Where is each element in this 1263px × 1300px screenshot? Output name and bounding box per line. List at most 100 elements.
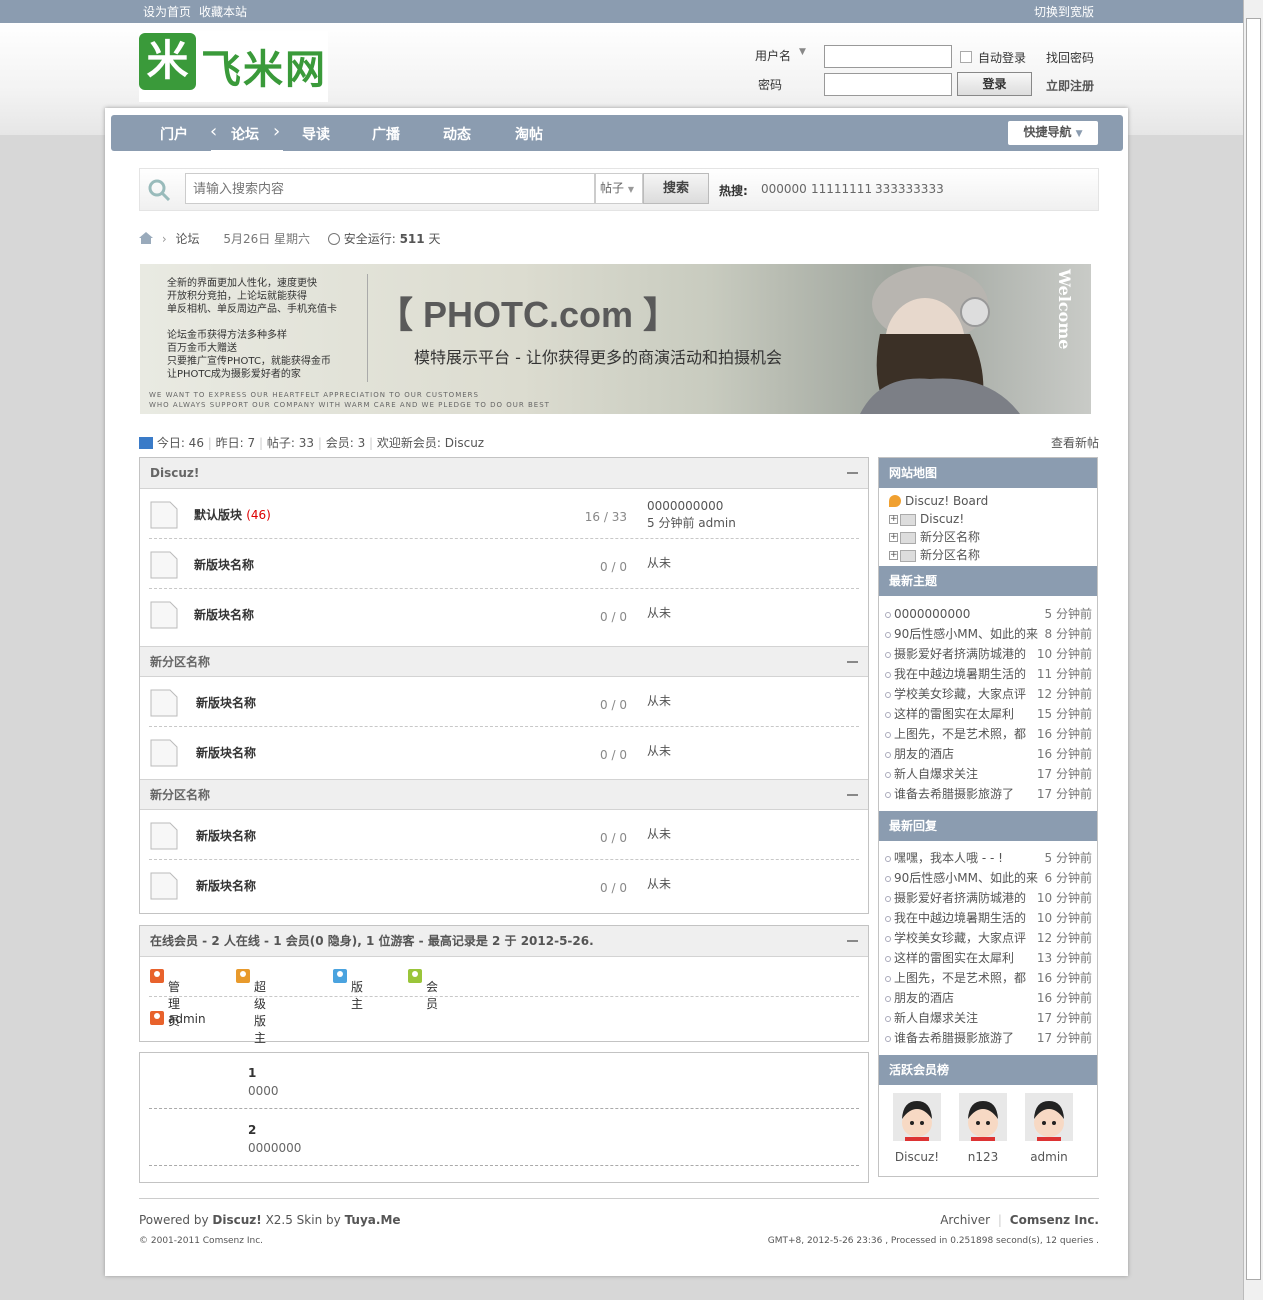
banner-line: 全新的界面更加人性化，速度更快 [167, 278, 317, 289]
search-type-select[interactable]: 帖子 ▼ [595, 173, 643, 204]
chevron-down-icon[interactable]: ▼ [799, 47, 806, 57]
forum-name[interactable]: 新版块名称 [194, 556, 254, 573]
nav-portal[interactable]: 门户 [160, 124, 188, 144]
notice-item[interactable]: 1 0000 [149, 1053, 859, 1109]
nav-broadcast[interactable]: 广播 [372, 124, 400, 144]
forum-name[interactable]: 新版块名称 [196, 744, 256, 761]
hot-word[interactable]: 000000 [761, 182, 807, 196]
breadcrumb-forum[interactable]: 论坛 [175, 232, 199, 246]
forum-last-post[interactable]: 0000000000 5 分钟前 admin [647, 498, 736, 532]
quick-nav-button[interactable]: 快捷导航 ▼ [1008, 121, 1098, 145]
forum-icon[interactable] [150, 739, 178, 767]
window-scrollbar[interactable] [1243, 0, 1263, 1300]
expand-icon[interactable]: + [889, 551, 898, 560]
tree-node[interactable]: + 新分区名称 [889, 546, 1087, 564]
set-home-link[interactable]: 设为首页 [143, 5, 191, 19]
list-item[interactable]: 谁备去希腊摄影旅游了 17 分钟前 [884, 784, 1092, 804]
list-item[interactable]: 这样的雷图实在太犀利 13 分钟前 [884, 948, 1092, 968]
online-title[interactable]: 在线会员 - 2 人在线 - 1 会员(0 隐身), 1 位游客 - 最高记录是… [150, 934, 594, 948]
tuya-link[interactable]: Tuya.Me [345, 1213, 401, 1227]
password-input[interactable] [824, 73, 952, 96]
switch-wide-link[interactable]: 切换到宽版 [1034, 3, 1094, 20]
category-title[interactable]: Discuz! [150, 466, 199, 480]
search-input[interactable] [185, 173, 595, 204]
list-item[interactable]: 朋友的酒店 16 分钟前 [884, 744, 1092, 764]
view-new-posts-link[interactable]: 查看新帖 [1051, 434, 1099, 451]
list-item[interactable]: 上图先，不是艺术照，都 16 分钟前 [884, 968, 1092, 988]
username-input[interactable] [824, 45, 952, 68]
collapse-icon[interactable] [847, 940, 858, 942]
forum-icon[interactable] [150, 822, 178, 850]
tree-label: Discuz! [920, 512, 965, 526]
register-link[interactable]: 立即注册 [1046, 77, 1094, 94]
hot-word[interactable]: 333333333 [875, 182, 944, 196]
list-item[interactable]: 学校美女珍藏，大家点评 12 分钟前 [884, 684, 1092, 704]
forum-name[interactable]: 新版块名称 [196, 694, 256, 711]
forum-name[interactable]: 新版块名称 [196, 827, 256, 844]
tree-node[interactable]: + 新分区名称 [889, 528, 1087, 546]
collapse-icon[interactable] [847, 794, 858, 796]
nav-activity[interactable]: 动态 [443, 124, 471, 144]
forum-icon[interactable] [150, 501, 178, 529]
stat-new-member[interactable]: 欢迎新会员: Discuz [377, 436, 484, 450]
forum-icon[interactable] [150, 601, 178, 629]
forum-icon[interactable] [150, 689, 178, 717]
nav-forum[interactable]: 论坛 [231, 124, 259, 144]
find-password-link[interactable]: 找回密码 [1046, 49, 1094, 66]
thread-title: 90后性感小MM、如此的来 [894, 627, 1038, 641]
list-item[interactable]: 新人自爆求关注 17 分钟前 [884, 1008, 1092, 1028]
nav-collection[interactable]: 淘帖 [515, 124, 543, 144]
list-item[interactable]: 嘿嘿，我本人哦 - - ! 5 分钟前 [884, 848, 1092, 868]
online-user[interactable]: admin [150, 1011, 206, 1026]
list-item[interactable]: 学校美女珍藏，大家点评 12 分钟前 [884, 928, 1092, 948]
forum-count: 0 / 0 [600, 881, 627, 895]
bookmark-link[interactable]: 收藏本站 [199, 5, 247, 19]
list-item[interactable]: 新人自爆求关注 17 分钟前 [884, 764, 1092, 784]
comsenz-link[interactable]: Comsenz Inc. [1010, 1213, 1099, 1227]
category-title[interactable]: 新分区名称 [150, 788, 210, 802]
home-icon[interactable] [139, 232, 153, 244]
tree-node[interactable]: + Discuz! [889, 510, 1087, 528]
archiver-link[interactable]: Archiver [940, 1213, 990, 1227]
site-logo[interactable]: 米 飞米网 [139, 31, 328, 102]
collapse-icon[interactable] [847, 661, 858, 663]
notice-item[interactable]: 2 0000000 [149, 1109, 859, 1166]
nav-guide[interactable]: 导读 [302, 124, 330, 144]
category-title[interactable]: 新分区名称 [150, 655, 210, 669]
list-item[interactable]: 摄影爱好者挤满防城港的 10 分钟前 [884, 888, 1092, 908]
list-item[interactable]: 我在中越边境暑期生活的 10 分钟前 [884, 908, 1092, 928]
expand-icon[interactable]: + [889, 533, 898, 542]
member-card[interactable]: Discuz! [892, 1093, 942, 1164]
promo-banner[interactable]: 全新的界面更加人性化，速度更快 开放积分竞拍，上论坛就能获得 单反相机、单反周边… [140, 264, 1091, 414]
forum-name[interactable]: 默认版块 (46) [194, 506, 271, 523]
tree-root[interactable]: Discuz! Board [889, 492, 1087, 510]
list-item[interactable]: 上图先，不是艺术照，都 16 分钟前 [884, 724, 1092, 744]
list-item[interactable]: 朋友的酒店 16 分钟前 [884, 988, 1092, 1008]
expand-icon[interactable]: + [889, 515, 898, 524]
member-name[interactable]: admin [1024, 1150, 1074, 1164]
scrollbar-thumb[interactable] [1246, 18, 1261, 1280]
list-item[interactable]: 我在中越边境暑期生活的 11 分钟前 [884, 664, 1092, 684]
collapse-icon[interactable] [847, 472, 858, 474]
forum-icon[interactable] [150, 872, 178, 900]
forum-icon[interactable] [150, 551, 178, 579]
login-button[interactable]: 登录 [957, 72, 1032, 96]
member-card[interactable]: n123 [958, 1093, 1008, 1164]
member-card[interactable]: admin [1024, 1093, 1074, 1164]
list-item[interactable]: 0000000000 5 分钟前 [884, 604, 1092, 624]
member-name[interactable]: Discuz! [892, 1150, 942, 1164]
last-post-title[interactable]: 0000000000 [647, 498, 736, 515]
forum-name[interactable]: 新版块名称 [194, 606, 254, 623]
hot-word[interactable]: 11111111 [811, 182, 872, 196]
list-item[interactable]: 90后性感小MM、如此的来 6 分钟前 [884, 868, 1092, 888]
list-item[interactable]: 谁备去希腊摄影旅游了 17 分钟前 [884, 1028, 1092, 1048]
member-name[interactable]: n123 [958, 1150, 1008, 1164]
discuz-link[interactable]: Discuz! [212, 1213, 261, 1227]
avatar [893, 1093, 941, 1141]
forum-name[interactable]: 新版块名称 [196, 877, 256, 894]
list-item[interactable]: 摄影爱好者挤满防城港的 10 分钟前 [884, 644, 1092, 664]
list-item[interactable]: 这样的雷图实在太犀利 15 分钟前 [884, 704, 1092, 724]
search-button[interactable]: 搜索 [643, 173, 709, 204]
list-item[interactable]: 90后性感小MM、如此的来 8 分钟前 [884, 624, 1092, 644]
auto-login-checkbox[interactable] [960, 51, 972, 63]
